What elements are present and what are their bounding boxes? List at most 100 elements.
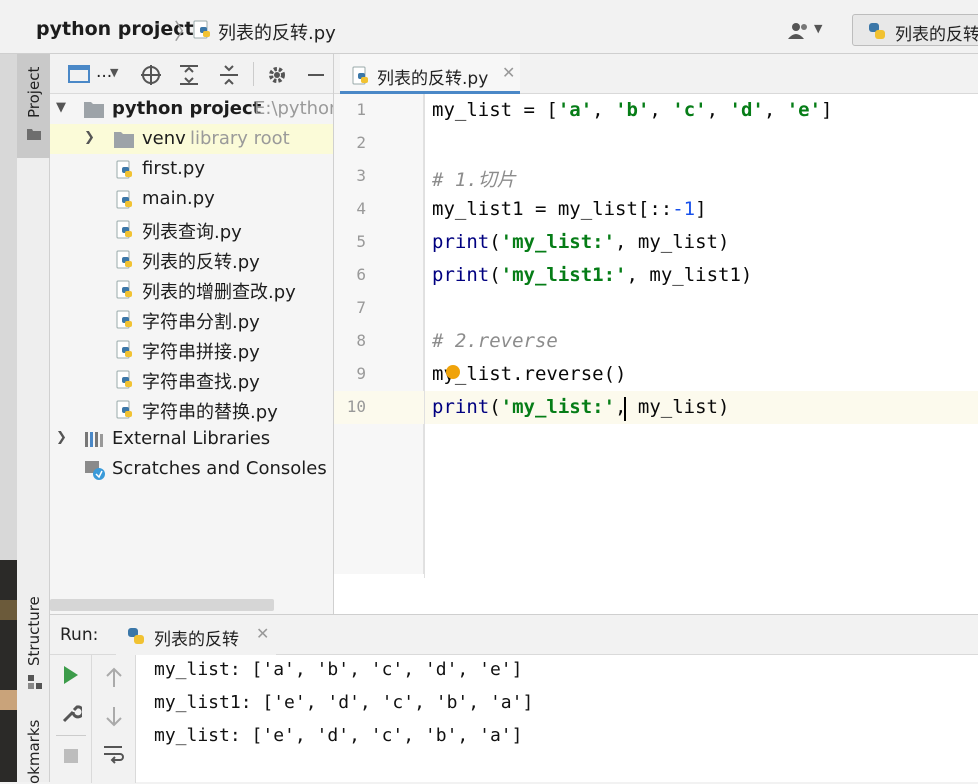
tree-item-scratches[interactable]: Scratches and Consoles	[50, 454, 333, 484]
python-file-icon	[352, 66, 368, 85]
run-tab[interactable]: 列表的反转 ✕	[116, 615, 276, 655]
tree-item-venv[interactable]: ❯ venv library root	[50, 124, 333, 154]
tree-file-label: main.py	[142, 188, 215, 209]
tree-file-item[interactable]: first.py	[50, 154, 333, 184]
code-line[interactable]: 6 print('my_list1:', my_list1)	[334, 259, 978, 292]
editor-tab-active[interactable]: 列表的反转.py ✕	[340, 54, 520, 94]
code-line[interactable]: 8 # 2.reverse	[334, 325, 978, 358]
code-line[interactable]: 4 my_list1 = my_list[::-1]	[334, 193, 978, 226]
line-number: 5	[356, 232, 366, 251]
console-line: my_list: ['e', 'd', 'c', 'b', 'a']	[154, 725, 523, 746]
bulb-icon[interactable]	[446, 365, 460, 379]
tree-file-item[interactable]: main.py	[50, 184, 333, 214]
line-number: 10	[346, 397, 366, 416]
tree-file-item[interactable]: 字符串分割.py	[50, 304, 333, 334]
tree-item-external-libraries[interactable]: ❯ External Libraries	[50, 424, 333, 454]
line-number: 7	[356, 298, 366, 317]
tree-item-root[interactable]: ▼ python project E:\python	[50, 94, 334, 124]
chevron-right-icon[interactable]: ❯	[56, 430, 67, 445]
run-tab-label: 列表的反转	[154, 630, 239, 650]
editor: 列表的反转.py ✕ 1 my_list = ['a', 'b', 'c', '…	[334, 54, 978, 614]
close-icon[interactable]: ✕	[502, 63, 515, 82]
line-number: 9	[356, 364, 366, 383]
tree-file-item[interactable]: 字符串拼接.py	[50, 334, 333, 364]
tree-file-item[interactable]: 列表查询.py	[50, 214, 333, 244]
tree-file-label: 字符串的替换.py	[142, 402, 278, 423]
code-area[interactable]: 1 my_list = ['a', 'b', 'c', 'd', 'e'] 2 …	[334, 94, 978, 614]
toolbar-divider	[253, 62, 254, 86]
user-icon[interactable]	[787, 21, 811, 41]
tree-file-label: 字符串查找.py	[142, 372, 260, 393]
tree-root-path: E:\python	[254, 98, 334, 119]
soft-wrap-icon[interactable]	[102, 743, 126, 765]
chevron-down-icon[interactable]: ▼	[814, 22, 822, 35]
chevron-right-icon[interactable]: ❯	[84, 130, 95, 145]
tree-file-label: 列表查询.py	[142, 222, 242, 243]
console-output[interactable]: my_list: ['a', 'b', 'c', 'd', 'e'] my_li…	[154, 655, 974, 783]
python-file-icon	[116, 160, 132, 179]
tab-bookmarks[interactable]: okmarks	[25, 720, 43, 784]
run-configuration-select[interactable]: 列表的反转	[852, 14, 978, 46]
arrow-down-icon[interactable]	[104, 705, 124, 727]
run-label: Run:	[60, 625, 99, 645]
tree-file-item[interactable]: 列表的增删查改.py	[50, 274, 333, 304]
tool-window-bar: Project Structure okmarks	[17, 54, 50, 784]
run-panel: Run: 列表的反转 ✕ my_list: ['a', 'b', 'c', 'd…	[50, 614, 978, 783]
locate-icon[interactable]	[140, 64, 162, 86]
code-line[interactable]: 7	[334, 292, 978, 325]
tab-project[interactable]: Project	[17, 54, 50, 158]
chevron-down-icon[interactable]: ▼	[110, 66, 118, 79]
tree-file-label: 字符串拼接.py	[142, 342, 260, 363]
tree-venv-label: venv	[142, 128, 186, 149]
code-comment: # 2.reverse	[432, 330, 558, 352]
stop-icon[interactable]	[62, 747, 80, 765]
code-text: print('my_list:', my_list)	[432, 231, 730, 253]
python-file-icon	[116, 280, 132, 299]
background-window-edge	[0, 560, 17, 782]
line-number: 3	[356, 166, 366, 185]
tree-scratches-label: Scratches and Consoles	[112, 458, 327, 479]
navigation-bar: python project 〉 列表的反转.py ▼ 列表的反转	[0, 0, 978, 54]
project-toolbar: ... ▼	[50, 54, 333, 94]
tree-file-label: first.py	[142, 158, 205, 179]
code-line-current[interactable]: 10 print('my_list:', my_list)	[334, 391, 978, 424]
breadcrumb-project[interactable]: python project	[36, 18, 194, 40]
code-line[interactable]: 2	[334, 127, 978, 160]
arrow-up-icon[interactable]	[104, 667, 124, 689]
code-text: my_list.reverse()	[432, 363, 627, 385]
horizontal-scrollbar[interactable]	[50, 599, 274, 611]
tab-structure[interactable]: Structure	[25, 596, 43, 666]
python-file-icon	[116, 250, 132, 269]
minimize-icon[interactable]	[306, 64, 326, 86]
code-line[interactable]: 5 print('my_list:', my_list)	[334, 226, 978, 259]
tree-file-item[interactable]: 字符串查找.py	[50, 364, 333, 394]
chevron-down-icon[interactable]: ▼	[56, 100, 66, 115]
expand-all-icon[interactable]	[178, 64, 200, 86]
tree-venv-hint: library root	[190, 128, 290, 149]
project-panel: ... ▼ ▼ python project E:\python ❯ venv …	[50, 54, 334, 614]
console-line: my_list1: ['e', 'd', 'c', 'b', 'a']	[154, 692, 534, 713]
collapse-all-icon[interactable]	[218, 64, 240, 86]
text-caret	[624, 397, 626, 421]
folder-icon	[27, 129, 41, 140]
close-icon[interactable]: ✕	[256, 624, 269, 643]
scratches-icon	[85, 461, 105, 480]
breadcrumb-file[interactable]: 列表的反转.py	[218, 19, 336, 45]
tree-file-label: 字符串分割.py	[142, 312, 260, 333]
run-toolbar-primary	[50, 655, 92, 783]
code-line[interactable]: 9 my_list.reverse()	[334, 358, 978, 391]
line-number: 6	[356, 265, 366, 284]
code-text: my_list = ['a', 'b', 'c', 'd', 'e']	[432, 99, 833, 121]
run-icon[interactable]	[62, 665, 80, 685]
wrench-icon[interactable]	[60, 703, 82, 725]
tree-file-item[interactable]: 列表的反转.py	[50, 244, 333, 274]
tree-file-label: 列表的增删查改.py	[142, 282, 296, 303]
gear-icon[interactable]	[266, 64, 288, 86]
project-tree: ▼ python project E:\python ❯ venv librar…	[50, 94, 334, 594]
library-icon	[85, 432, 103, 447]
project-view-icon[interactable]	[68, 64, 90, 84]
code-line[interactable]: 1 my_list = ['a', 'b', 'c', 'd', 'e']	[334, 94, 978, 127]
code-line[interactable]: 3 # 1.切片	[334, 160, 978, 193]
tree-file-item[interactable]: 字符串的替换.py	[50, 394, 333, 424]
right-margin-guide	[424, 94, 425, 578]
